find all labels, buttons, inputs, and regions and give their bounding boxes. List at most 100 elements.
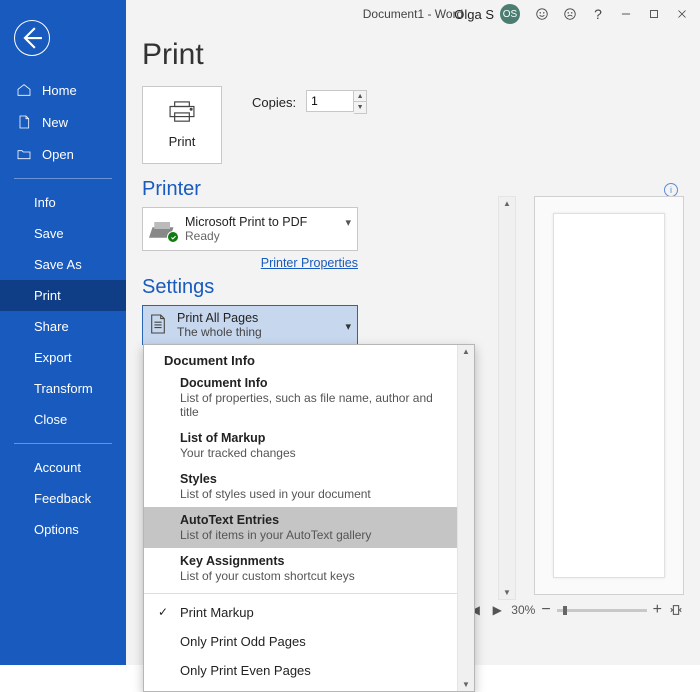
menu-item-subtitle: Your tracked changes: [180, 446, 443, 460]
menu-item-key-assignments[interactable]: Key Assignments List of your custom shor…: [144, 548, 457, 589]
zoom-controls: ◀ ▶ 30% − +: [467, 601, 684, 619]
sidebar-item-close[interactable]: Close: [0, 404, 126, 435]
menu-item-subtitle: List of your custom shortcut keys: [180, 569, 443, 583]
sidebar-item-label: Share: [34, 319, 69, 334]
copies-spinner[interactable]: ▲▼: [354, 90, 367, 114]
preview-page: [553, 213, 665, 578]
sidebar-item-feedback[interactable]: Feedback: [0, 483, 126, 514]
sidebar-separator: [14, 178, 112, 179]
zoom-slider[interactable]: [557, 609, 647, 612]
sidebar-item-info[interactable]: Info: [0, 187, 126, 218]
scroll-down-icon[interactable]: ▼: [460, 678, 472, 691]
sidebar-item-print[interactable]: Print: [0, 280, 126, 311]
sidebar-item-label: Info: [34, 195, 56, 210]
menu-item-title: Styles: [180, 472, 443, 486]
sidebar-item-label: Account: [34, 460, 81, 475]
menu-item-autotext-entries[interactable]: AutoText Entries List of items in your A…: [144, 507, 457, 548]
sidebar-item-account[interactable]: Account: [0, 452, 126, 483]
print-button-label: Print: [169, 134, 196, 149]
print-what-menu: ▲ ▼ Document Info Document Info List of …: [143, 344, 475, 692]
sidebar-item-label: Print: [34, 288, 61, 303]
menu-item-styles[interactable]: Styles List of styles used in your docum…: [144, 466, 457, 507]
zoom-percent: 30%: [511, 603, 535, 617]
sidebar-item-label: Save As: [34, 257, 82, 272]
printer-properties-link[interactable]: Printer Properties: [261, 256, 358, 270]
zoom-out-button[interactable]: −: [541, 601, 550, 619]
document-icon: [149, 313, 167, 338]
sidebar-item-export[interactable]: Export: [0, 342, 126, 373]
window-title: Document1 - Word: [126, 7, 700, 21]
printer-name: Microsoft Print to PDF: [185, 215, 307, 229]
sidebar-separator: [14, 443, 112, 444]
chevron-down-icon: ▾: [345, 216, 351, 229]
printer-info-icon[interactable]: i: [664, 183, 678, 197]
new-doc-icon: [16, 114, 32, 130]
menu-item-subtitle: List of items in your AutoText gallery: [180, 528, 443, 542]
menu-item-list-of-markup[interactable]: List of Markup Your tracked changes: [144, 425, 457, 466]
open-folder-icon: [16, 146, 32, 162]
back-button[interactable]: [14, 20, 50, 56]
printer-status: Ready: [185, 229, 307, 243]
menu-option-label: Print Markup: [180, 605, 254, 620]
sidebar-item-new[interactable]: New: [0, 106, 126, 138]
sidebar-item-label: Feedback: [34, 491, 91, 506]
copies-label: Copies:: [252, 95, 296, 110]
sidebar-item-save-as[interactable]: Save As: [0, 249, 126, 280]
print-what-line2: The whole thing: [177, 325, 262, 339]
printer-dropdown[interactable]: Microsoft Print to PDF Ready ▾: [142, 207, 358, 251]
next-page-icon[interactable]: ▶: [489, 602, 505, 618]
menu-item-document-info[interactable]: Document Info List of properties, such a…: [144, 370, 457, 425]
menu-option-label: Only Print Odd Pages: [180, 634, 306, 649]
zoom-slider-thumb[interactable]: [563, 606, 567, 615]
sidebar-item-open[interactable]: Open: [0, 138, 126, 170]
sidebar-item-label: Open: [42, 147, 74, 162]
chevron-down-icon: ▾: [345, 320, 351, 333]
printer-device-icon: [149, 217, 177, 241]
print-preview: [534, 196, 684, 595]
sidebar-item-label: Options: [34, 522, 79, 537]
sidebar-item-label: Export: [34, 350, 72, 365]
scroll-up-icon[interactable]: ▲: [501, 197, 513, 210]
sidebar-item-options[interactable]: Options: [0, 514, 126, 545]
page-title: Print: [142, 38, 684, 72]
menu-item-title: Document Info: [180, 376, 443, 390]
sidebar-item-home[interactable]: Home: [0, 74, 126, 106]
sidebar-item-label: Transform: [34, 381, 93, 396]
scroll-down-icon[interactable]: ▼: [501, 586, 513, 599]
spin-up-icon[interactable]: ▲: [354, 91, 366, 102]
menu-item-title: AutoText Entries: [180, 513, 443, 527]
menu-item-subtitle: List of properties, such as file name, a…: [180, 391, 443, 419]
home-icon: [16, 82, 32, 98]
menu-option-even-pages[interactable]: Only Print Even Pages: [144, 656, 457, 685]
sidebar-item-label: New: [42, 115, 68, 130]
print-what-dropdown[interactable]: Print All Pages The whole thing ▾: [142, 305, 358, 345]
zoom-in-button[interactable]: +: [653, 601, 662, 619]
menu-option-label: Only Print Even Pages: [180, 663, 311, 678]
printer-icon: [167, 101, 197, 126]
sidebar-item-transform[interactable]: Transform: [0, 373, 126, 404]
sidebar-item-label: Save: [34, 226, 64, 241]
settings-section-header: Settings: [142, 276, 214, 299]
print-what-line1: Print All Pages: [177, 311, 262, 325]
sidebar-item-label: Close: [34, 412, 67, 427]
backstage-sidebar: Home New Open Info Save Save As Print Sh…: [0, 0, 126, 665]
printer-section-header: Printer: [142, 178, 201, 201]
settings-scrollbar[interactable]: ▲ ▼: [498, 196, 516, 600]
spin-down-icon[interactable]: ▼: [354, 102, 366, 113]
sidebar-item-save[interactable]: Save: [0, 218, 126, 249]
sidebar-item-share[interactable]: Share: [0, 311, 126, 342]
menu-item-title: Key Assignments: [180, 554, 443, 568]
scroll-up-icon[interactable]: ▲: [460, 345, 472, 358]
menu-group-header: Document Info: [144, 349, 457, 370]
menu-item-title: List of Markup: [180, 431, 443, 445]
fit-page-icon[interactable]: [668, 602, 684, 618]
menu-item-subtitle: List of styles used in your document: [180, 487, 443, 501]
printer-ready-checkmark-icon: [167, 231, 179, 243]
menu-scrollbar[interactable]: ▲ ▼: [457, 345, 474, 691]
sidebar-item-label: Home: [42, 83, 77, 98]
menu-option-print-markup[interactable]: Print Markup: [144, 598, 457, 627]
titlebar: Document1 - Word Olga S OS ?: [126, 0, 700, 28]
copies-input[interactable]: [306, 90, 354, 112]
print-button[interactable]: Print: [142, 86, 222, 164]
menu-option-odd-pages[interactable]: Only Print Odd Pages: [144, 627, 457, 656]
